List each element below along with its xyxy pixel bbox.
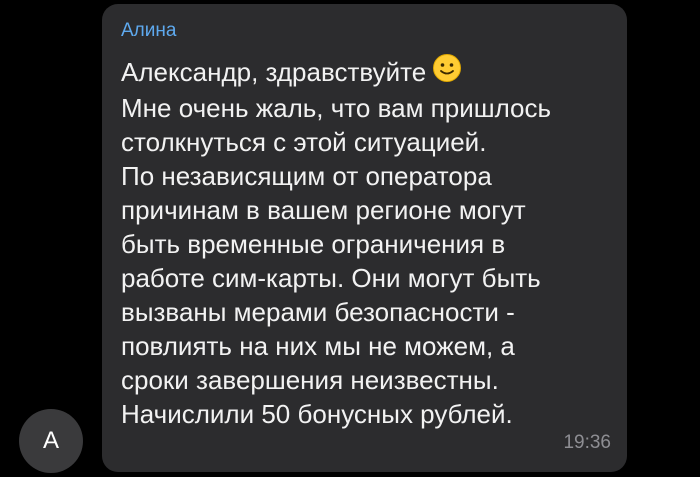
message-text: Александр, здравствуйте Мне очень жаль, … <box>121 53 621 431</box>
message-bubble[interactable]: Алина Александр, здравствуйте Мне очень … <box>102 4 627 472</box>
smiling-face-icon <box>432 53 462 91</box>
sender-name[interactable]: Алина <box>121 20 176 42</box>
message-timestamp: 19:36 <box>563 432 611 453</box>
message-line: Мне очень жаль, что вам пришлось <box>121 93 552 123</box>
message-line: Начислили 50 бонусных рублей. <box>121 399 513 429</box>
message-line: повлиять на них мы не можем, а <box>121 331 515 361</box>
message-line: столкнуться с этой ситуацией. <box>121 127 487 157</box>
avatar-initial: А <box>42 427 59 454</box>
message-line: По независящим от оператора <box>121 161 492 191</box>
message-line: вызваны мерами безопасности - <box>121 297 515 327</box>
message-line: сроки завершения неизвестны. <box>121 365 499 395</box>
avatar[interactable]: А <box>19 409 83 473</box>
message-line: Александр, здравствуйте <box>121 53 621 91</box>
message-line: работе сим-карты. Они могут быть <box>121 263 541 293</box>
message-line: быть временные ограничения в <box>121 229 506 259</box>
message-line: причинам в вашем регионе могут <box>121 195 526 225</box>
